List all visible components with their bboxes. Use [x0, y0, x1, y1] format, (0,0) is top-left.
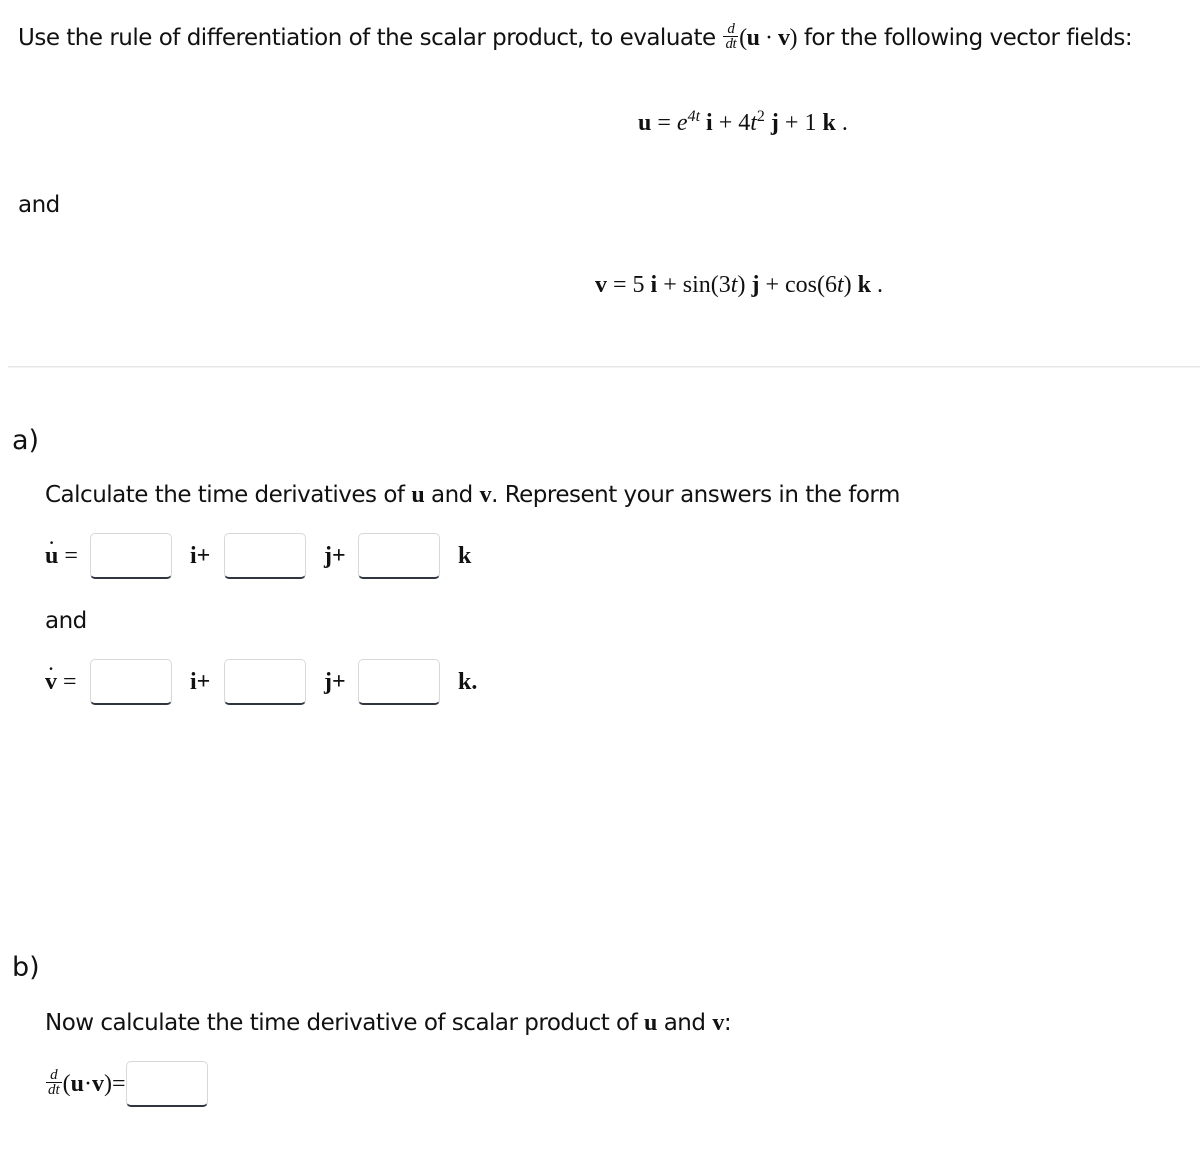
unit-k-label: k [458, 542, 472, 569]
v-derivative-row: ˙ v = i+ j+ k. [45, 656, 477, 708]
part-b-label: b) [12, 952, 40, 983]
intro-instruction: Use the rule of differentiation of the s… [18, 22, 1133, 53]
scalar-product-derivative-input[interactable] [125, 1061, 208, 1107]
unit-j-label: j+ [324, 668, 346, 695]
dot-product-expression: (u · v) [739, 25, 798, 51]
part-b-prompt: Now calculate the time derivative of sca… [45, 1010, 732, 1036]
v-dot-j-component-input[interactable] [224, 659, 306, 705]
scalar-product-derivative-row: d dt(u · v)= [45, 1058, 208, 1110]
u-dot-k-component-input[interactable] [358, 533, 440, 579]
u-dot-j-component-input[interactable] [224, 533, 306, 579]
v-dot-k-component-input[interactable] [358, 659, 440, 705]
intro-text-before: Use the rule of differentiation of the s… [18, 25, 723, 51]
fraction-numerator: d [723, 22, 739, 37]
unit-i-label: i+ [190, 668, 211, 695]
u-dot-label: ˙ u = [45, 537, 78, 569]
part-a-label: a) [12, 425, 40, 456]
unit-k-label: k. [458, 668, 478, 695]
connector-and-2: and [45, 608, 87, 634]
scalar-product-derivative-label: d dt(u · v)= [46, 1066, 126, 1098]
unit-j-label: j+ [324, 542, 346, 569]
u-dot-i-component-input[interactable] [90, 533, 172, 579]
derivative-fraction: d dt [46, 1066, 62, 1098]
v-dot-i-component-input[interactable] [90, 659, 172, 705]
equation-v: v = 5 i + sin(3t) j + cos(6t) k . [595, 272, 883, 298]
intro-text-after: for the following vector fields: [797, 25, 1133, 51]
v-dot-label: ˙ v = [45, 663, 77, 695]
part-a-prompt: Calculate the time derivatives of u and … [45, 482, 900, 508]
u-derivative-row: ˙ u = i+ j+ k [45, 530, 471, 582]
section-divider [8, 366, 1200, 367]
fraction-denominator: dt [725, 36, 737, 52]
connector-and: and [18, 192, 60, 218]
equation-u: u = e4t i + 4t2 j + 1 k . [638, 108, 848, 137]
derivative-fraction: d dt [723, 22, 739, 52]
unit-i-label: i+ [190, 542, 211, 569]
